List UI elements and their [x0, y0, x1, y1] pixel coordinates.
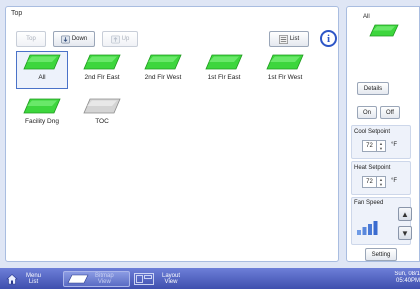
heat-setpoint-stepper[interactable]: 72 ▲ ▼ — [362, 176, 386, 188]
list-icon — [278, 34, 288, 44]
layout-view-label-2: View — [164, 279, 178, 285]
cool-setpoint-label: Cool Setpoint — [354, 129, 391, 135]
fan-speed-label: Fan Speed — [354, 200, 384, 206]
heat-setpoint-unit: °F — [391, 178, 398, 184]
details-button[interactable]: Details — [357, 82, 389, 95]
group-tile-icon — [144, 54, 182, 70]
up-button-label: Up — [121, 36, 130, 42]
chevron-down-icon[interactable]: ▼ — [377, 146, 385, 151]
on-button[interactable]: On — [357, 106, 377, 119]
toolbar: Top Down Up List i — [16, 30, 337, 48]
group-tile-icon — [205, 54, 243, 70]
selected-group-icon — [369, 24, 399, 37]
selected-group-preview: All — [351, 10, 417, 70]
group-tile-label: 1st Flr East — [207, 74, 241, 81]
setting-button[interactable]: Setting — [365, 248, 397, 261]
group-tile-icon — [83, 54, 121, 70]
panel-title: Top — [11, 10, 23, 17]
fan-speed-up-button[interactable]: ▲ — [398, 207, 412, 221]
group-tile-label: 2nd Flr East — [84, 74, 120, 81]
setting-button-label: Setting — [371, 251, 391, 258]
group-tile-all[interactable]: All — [16, 51, 68, 89]
up-folder-icon — [110, 35, 120, 43]
details-button-label: Details — [363, 85, 383, 92]
selected-group-name: All — [363, 14, 370, 20]
fan-speed-down-button[interactable]: ▼ — [398, 226, 412, 240]
triangle-up-icon: ▲ — [401, 209, 409, 219]
chevron-down-icon[interactable]: ▼ — [377, 182, 385, 187]
cool-setpoint-unit: °F — [391, 142, 398, 148]
info-button[interactable]: i — [320, 30, 337, 47]
group-tile-facility-dng[interactable]: Facility Dng — [16, 95, 68, 133]
group-tile-icon — [23, 54, 61, 70]
time-text: 05:40PM — [395, 278, 420, 284]
top-button-label: Top — [26, 36, 36, 42]
heat-setpoint-arrows[interactable]: ▲ ▼ — [376, 177, 385, 187]
group-tile-label: All — [38, 74, 46, 81]
up-button[interactable]: Up — [102, 31, 138, 47]
list-button-label: List — [289, 36, 300, 42]
bitmap-view-icon — [67, 274, 89, 284]
group-tile-2nd-flr-west[interactable]: 2nd Flr West — [137, 51, 189, 89]
group-tile-icon — [23, 98, 61, 114]
group-panel: Top Top Down Up List i All 2nd Flr East … — [5, 6, 339, 262]
top-button[interactable]: Top — [16, 31, 46, 47]
group-tile-label: TOC — [95, 118, 109, 125]
bottom-nav-bar: Menu List Bitmap View Layout View Sun, 0… — [0, 268, 420, 289]
layout-view-icon — [134, 273, 154, 285]
layout-view-button[interactable]: Layout View — [134, 271, 198, 287]
cool-setpoint-value: 72 — [366, 143, 373, 149]
group-tile-label: Facility Dng — [25, 118, 59, 125]
cool-setpoint-section: Cool Setpoint 72 ▲ ▼ °F — [351, 125, 411, 159]
group-tile-2nd-flr-east[interactable]: 2nd Flr East — [76, 51, 128, 89]
heat-setpoint-label: Heat Setpoint — [354, 165, 391, 171]
group-tile-icon — [83, 98, 121, 114]
triangle-down-icon: ▼ — [401, 228, 409, 238]
control-panel: All Details On Off Cool Setpoint 72 ▲ ▼ °… — [346, 6, 420, 262]
heat-setpoint-section: Heat Setpoint 72 ▲ ▼ °F — [351, 161, 411, 195]
date-time-display: Sun, 08/1 05:40PM — [372, 271, 420, 285]
fan-speed-bars-icon — [357, 221, 378, 235]
menu-list-button[interactable]: Menu List — [6, 271, 52, 287]
cool-setpoint-arrows[interactable]: ▲ ▼ — [376, 141, 385, 151]
info-icon: i — [326, 32, 331, 45]
home-icon — [6, 274, 18, 285]
date-text: Sun, 08/1 — [394, 271, 420, 277]
cool-setpoint-stepper[interactable]: 72 ▲ ▼ — [362, 140, 386, 152]
group-tile-1st-flr-west[interactable]: 1st Flr West — [259, 51, 311, 89]
group-tile-label: 2nd Flr West — [144, 74, 182, 81]
down-button-label: Down — [71, 36, 88, 42]
off-button[interactable]: Off — [380, 106, 400, 119]
down-button[interactable]: Down — [53, 31, 95, 47]
menu-list-label-2: List — [28, 279, 39, 285]
on-button-label: On — [362, 109, 371, 116]
group-tile-toc[interactable]: TOC — [76, 95, 128, 133]
group-tile-icon — [266, 54, 304, 70]
fan-speed-section: Fan Speed ▲ ▼ — [351, 197, 412, 245]
bitmap-view-button[interactable]: Bitmap View — [63, 271, 130, 287]
list-button[interactable]: List — [269, 31, 309, 47]
bitmap-view-label-2: View — [97, 279, 111, 285]
group-tile-label: 1st Flr West — [267, 74, 303, 81]
off-button-label: Off — [386, 109, 394, 116]
down-folder-icon — [60, 35, 70, 43]
group-tile-1st-flr-east[interactable]: 1st Flr East — [198, 51, 250, 89]
heat-setpoint-value: 72 — [366, 179, 373, 185]
